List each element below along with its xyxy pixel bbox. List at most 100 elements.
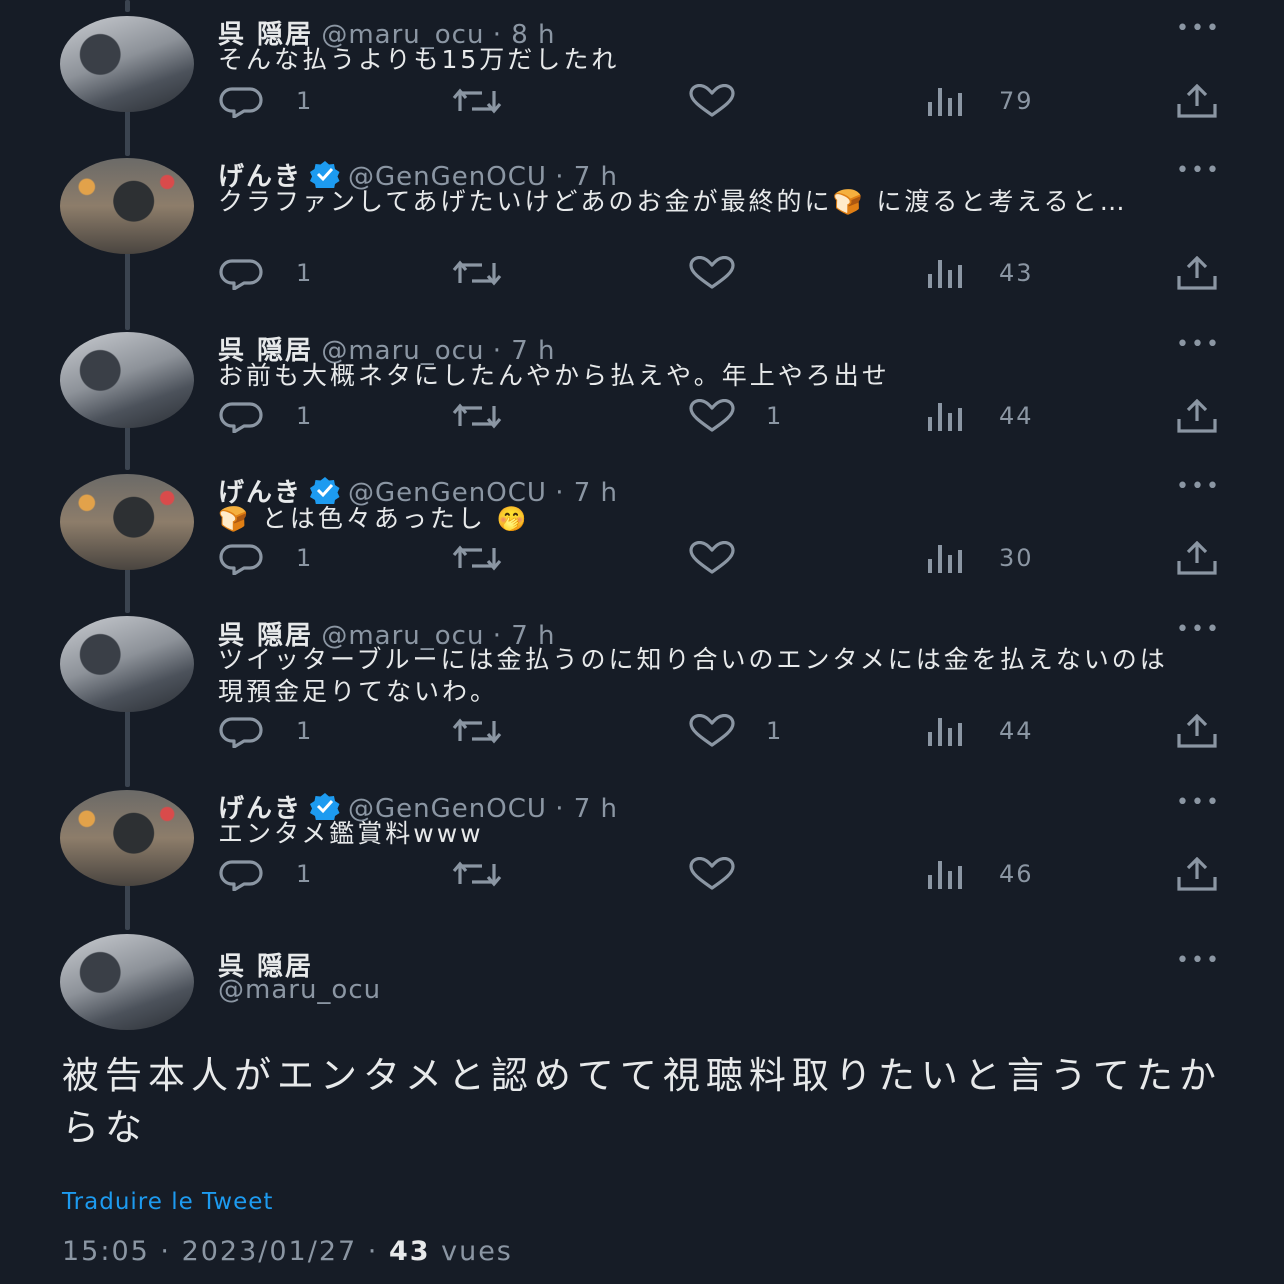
tweet-meta: 15:05 · 2023/01/27 · 43 vues (62, 1236, 513, 1267)
reply-icon (218, 857, 266, 891)
tweet-actions: 1 46 (0, 857, 1284, 897)
reply-button[interactable]: 1 (218, 399, 313, 433)
like-icon (688, 256, 736, 290)
more-icon[interactable]: ••• (1176, 158, 1221, 183)
reply-button[interactable]: 1 (218, 84, 313, 118)
share-icon (1175, 84, 1219, 118)
more-icon[interactable]: ••• (1176, 948, 1221, 973)
like-button[interactable] (688, 541, 766, 575)
views-button[interactable]: 46 (925, 857, 1034, 891)
retweet-button[interactable] (450, 714, 534, 748)
views-icon (925, 256, 965, 290)
like-count: 1 (766, 402, 784, 430)
more-icon[interactable]: ••• (1176, 617, 1221, 642)
hand-over-mouth-emoji-icon: 🤭 (496, 505, 530, 533)
tweet-actions: 1 43 (0, 256, 1284, 296)
views-icon (925, 857, 965, 891)
share-icon (1175, 256, 1219, 290)
thread-line (125, 0, 130, 12)
tweet-text: そんな払うよりも15万だしたれ (218, 45, 620, 74)
share-button[interactable] (1175, 399, 1219, 433)
share-button[interactable] (1175, 541, 1219, 575)
like-icon (688, 857, 736, 891)
views-count: 43 (388, 1236, 431, 1267)
views-button[interactable]: 44 (925, 399, 1034, 433)
main-username[interactable]: @maru_ocu (218, 975, 381, 1005)
views-count: 46 (999, 860, 1034, 888)
retweet-icon (450, 714, 504, 748)
reply-count: 1 (296, 860, 314, 888)
tweet-actions: 1 1 44 (0, 714, 1284, 754)
tweet-date[interactable]: 2023/01/27 (182, 1236, 358, 1267)
like-button[interactable]: 1 (688, 714, 783, 748)
retweet-button[interactable] (450, 84, 534, 118)
reply-button[interactable]: 1 (218, 714, 313, 748)
reply-button[interactable]: 1 (218, 857, 313, 891)
more-icon[interactable]: ••• (1176, 332, 1221, 357)
bread-emoji-icon: 🍞 (832, 188, 866, 216)
retweet-icon (450, 541, 504, 575)
tweet-actions: 1 30 (0, 541, 1284, 581)
views-button[interactable]: 30 (925, 541, 1034, 575)
views-count: 30 (999, 544, 1034, 572)
like-button[interactable]: 1 (688, 399, 783, 433)
reply-icon (218, 399, 266, 433)
share-button[interactable] (1175, 84, 1219, 118)
retweet-button[interactable] (450, 857, 534, 891)
retweet-button[interactable] (450, 256, 534, 290)
views-count: 44 (999, 402, 1034, 430)
text-segment: とは色々あったし (261, 504, 486, 533)
tweet-text: ツイッターブルーには金払うのに知り合いのエンタメには金を払えないのは現預金足りて… (218, 645, 1168, 706)
translate-tweet-link[interactable]: Traduire le Tweet (62, 1189, 273, 1215)
views-button[interactable]: 79 (925, 84, 1034, 118)
share-icon (1175, 714, 1219, 748)
tweet-text: エンタメ鑑賞料www (218, 819, 484, 848)
main-tweet-text: 被告本人がエンタメと認めてて視聴料取りたいと言うてたからな (62, 1054, 1222, 1149)
reply-count: 1 (296, 717, 314, 745)
more-icon[interactable]: ••• (1176, 16, 1221, 41)
like-button[interactable] (688, 256, 766, 290)
like-icon (688, 714, 736, 748)
share-button[interactable] (1175, 714, 1219, 748)
share-icon (1175, 541, 1219, 575)
reply-count: 1 (296, 87, 314, 115)
retweet-icon (450, 857, 504, 891)
reply-icon (218, 541, 266, 575)
like-icon (688, 399, 736, 433)
reply-button[interactable]: 1 (218, 541, 313, 575)
like-button[interactable] (688, 84, 766, 118)
like-button[interactable] (688, 857, 766, 891)
reply-icon (218, 84, 266, 118)
views-icon (925, 84, 965, 118)
share-button[interactable] (1175, 857, 1219, 891)
retweet-button[interactable] (450, 399, 534, 433)
tweet-actions: 1 1 44 (0, 399, 1284, 439)
more-icon[interactable]: ••• (1176, 474, 1221, 499)
text-segment: に渡ると考えると… (876, 187, 1128, 216)
views-count: 44 (999, 717, 1034, 745)
views-label: vues (441, 1236, 513, 1267)
views-count: 79 (999, 87, 1034, 115)
reply-icon (218, 256, 266, 290)
like-icon (688, 541, 736, 575)
main-avatar[interactable] (60, 934, 194, 1030)
reply-button[interactable]: 1 (218, 256, 313, 290)
views-icon (925, 541, 965, 575)
retweet-icon (450, 256, 504, 290)
more-icon[interactable]: ••• (1176, 790, 1221, 815)
retweet-button[interactable] (450, 541, 534, 575)
views-button[interactable]: 44 (925, 714, 1034, 748)
reply-icon (218, 714, 266, 748)
like-icon (688, 84, 736, 118)
reply-count: 1 (296, 544, 314, 572)
avatar[interactable] (60, 616, 194, 712)
views-icon (925, 399, 965, 433)
reply-count: 1 (296, 402, 314, 430)
share-button[interactable] (1175, 256, 1219, 290)
views-button[interactable]: 43 (925, 256, 1034, 290)
tweet-actions: 1 79 (0, 84, 1284, 124)
views-icon (925, 714, 965, 748)
tweet-text: お前も大概ネタにしたんやから払えや。年上やろ出せ (218, 361, 890, 390)
avatar[interactable] (60, 158, 194, 254)
tweet-time[interactable]: 15:05 (62, 1236, 150, 1267)
